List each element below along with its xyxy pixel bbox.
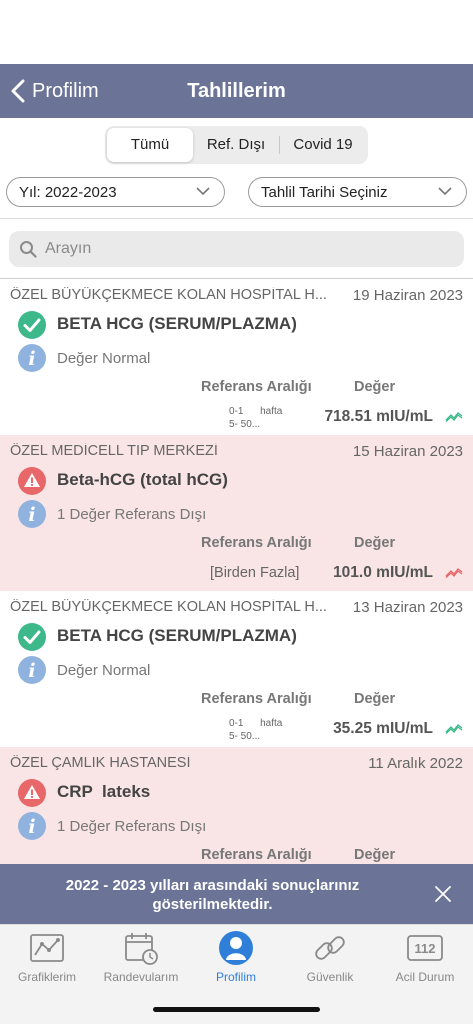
search-input[interactable]	[45, 240, 445, 258]
svg-text:i: i	[28, 348, 35, 370]
value-header: Değer	[354, 535, 396, 551]
test-name: BETA HCG (SERUM/PLAZMA)	[57, 314, 297, 333]
test-name: CRP lateks	[57, 782, 151, 801]
divider	[0, 218, 473, 219]
tab-emergency[interactable]: 112 Acil Durum	[378, 929, 472, 989]
value-header: Değer	[354, 847, 396, 863]
back-button[interactable]: Profilim	[10, 64, 99, 118]
hospital-name: ÖZEL ÇAMLIK HASTANESİ	[10, 755, 191, 771]
emergency-112-icon: 112	[407, 935, 443, 961]
tab-label: Randevularım	[103, 970, 179, 984]
tab-label: Grafiklerim	[17, 970, 76, 984]
hospital-name: ÖZEL BÜYÜKÇEKMECE KOLAN HOSPİTAL H...	[10, 599, 327, 615]
hospital-name: ÖZEL BÜYÜKÇEKMECE KOLAN HOSPİTAL H...	[10, 287, 327, 303]
toast-message: 2022 - 2023 yılları arasındaki sonuçları…	[65, 877, 360, 913]
result-card[interactable]: ÖZEL BÜYÜKÇEKMECE KOLAN HOSPİTAL H... 19…	[0, 279, 473, 435]
check-circle-icon	[18, 311, 46, 339]
result-value: 718.51 mIU/mL	[324, 408, 433, 425]
result-date: 19 Haziran 2023	[352, 287, 463, 304]
reference-range-header: Referans Aralığı	[201, 847, 312, 863]
hospital-name: ÖZEL MEDİCELL TIP MERKEZİ	[10, 443, 218, 459]
result-value: 101.0 mIU/mL	[333, 564, 433, 581]
reference-range: [Birden Fazla]	[210, 565, 300, 581]
emergency-number: 112	[415, 941, 436, 956]
tab-appointments[interactable]: Randevularım	[94, 929, 188, 989]
back-button-label: Profilim	[32, 79, 99, 102]
warning-icon	[18, 779, 46, 807]
status-bar	[0, 0, 473, 64]
info-icon: i	[18, 656, 46, 684]
info-icon: i	[18, 812, 46, 840]
chevron-down-icon	[438, 187, 452, 196]
check-circle-icon	[18, 623, 46, 651]
search-icon	[20, 241, 37, 258]
close-icon[interactable]	[433, 884, 453, 904]
trend-icon	[445, 568, 463, 578]
test-name: Beta-hCG (total hCG)	[57, 470, 228, 489]
link-icon	[315, 936, 345, 960]
reference-range-header: Referans Aralığı	[201, 535, 312, 551]
tab-label: Profilim	[215, 970, 256, 984]
value-header: Değer	[354, 691, 396, 707]
chart-icon	[30, 934, 64, 962]
year-dropdown[interactable]: Yıl: 2022-2023	[6, 177, 225, 207]
date-dropdown-value: Tahlil Tarihi Seçiniz	[261, 183, 388, 201]
year-dropdown-value: Yıl: 2022-2023	[19, 183, 117, 201]
result-date: 13 Haziran 2023	[352, 599, 463, 616]
trend-icon	[445, 412, 463, 422]
segment-all[interactable]: Tümü	[107, 128, 193, 162]
calendar-icon	[125, 933, 158, 965]
result-status-text: Değer Normal	[57, 350, 151, 367]
result-status-text: Değer Normal	[57, 662, 151, 679]
info-icon: i	[18, 344, 46, 372]
segmented-control: Tümü Ref. Dışı Covid 19	[105, 126, 368, 164]
value-header: Değer	[354, 379, 396, 395]
navigation-bar: Profilim Tahlillerim	[0, 64, 473, 118]
segment-out-of-range[interactable]: Ref. Dışı	[193, 128, 279, 162]
tab-charts[interactable]: Grafiklerim	[0, 929, 94, 989]
chevron-down-icon	[196, 187, 210, 196]
reference-range-header: Referans Aralığı	[201, 379, 312, 395]
svg-text:i: i	[28, 816, 35, 838]
chevron-left-icon	[11, 79, 25, 103]
tab-profile[interactable]: Profilim	[189, 929, 283, 989]
result-date: 11 Aralık 2022	[368, 755, 463, 772]
reference-range-header: Referans Aralığı	[201, 691, 312, 707]
info-icon: i	[18, 500, 46, 528]
svg-text:i: i	[28, 504, 35, 526]
result-card[interactable]: ÖZEL BÜYÜKÇEKMECE KOLAN HOSPİTAL H... 13…	[0, 591, 473, 747]
date-dropdown[interactable]: Tahlil Tarihi Seçiniz	[248, 177, 467, 207]
home-indicator	[153, 1007, 320, 1012]
segment-covid[interactable]: Covid 19	[280, 128, 366, 162]
search-bar	[9, 231, 464, 267]
svg-text:i: i	[28, 660, 35, 682]
reference-range: 0-1 hafta 5- 50...	[229, 717, 309, 743]
reference-range: 0-1 hafta 5- 50...	[229, 405, 309, 431]
info-toast: 2022 - 2023 yılları arasındaki sonuçları…	[0, 864, 473, 924]
profile-icon	[219, 931, 253, 965]
tab-label: Acil Durum	[395, 970, 455, 984]
tab-label: Güvenlik	[306, 970, 354, 984]
reference-range-line: 0-1 hafta	[229, 718, 283, 729]
trend-icon	[445, 724, 463, 734]
reference-range-line: 0-1 hafta	[229, 406, 283, 417]
result-status-text: 1 Değer Referans Dışı	[57, 818, 207, 835]
result-date: 15 Haziran 2023	[352, 443, 463, 460]
reference-range-line: 5- 50...	[229, 731, 261, 742]
result-card[interactable]: ÖZEL ÇAMLIK HASTANESİ 11 Aralık 2022 CRP…	[0, 747, 473, 864]
result-card[interactable]: ÖZEL MEDİCELL TIP MERKEZİ 15 Haziran 202…	[0, 435, 473, 591]
test-name: BETA HCG (SERUM/PLAZMA)	[57, 626, 297, 645]
results-list: ÖZEL BÜYÜKÇEKMECE KOLAN HOSPİTAL H... 19…	[0, 279, 473, 864]
tab-security[interactable]: Güvenlik	[283, 929, 377, 989]
result-value: 35.25 mIU/mL	[333, 720, 433, 737]
result-status-text: 1 Değer Referans Dışı	[57, 506, 207, 523]
warning-icon	[18, 467, 46, 495]
reference-range-line: 5- 50...	[229, 419, 261, 430]
